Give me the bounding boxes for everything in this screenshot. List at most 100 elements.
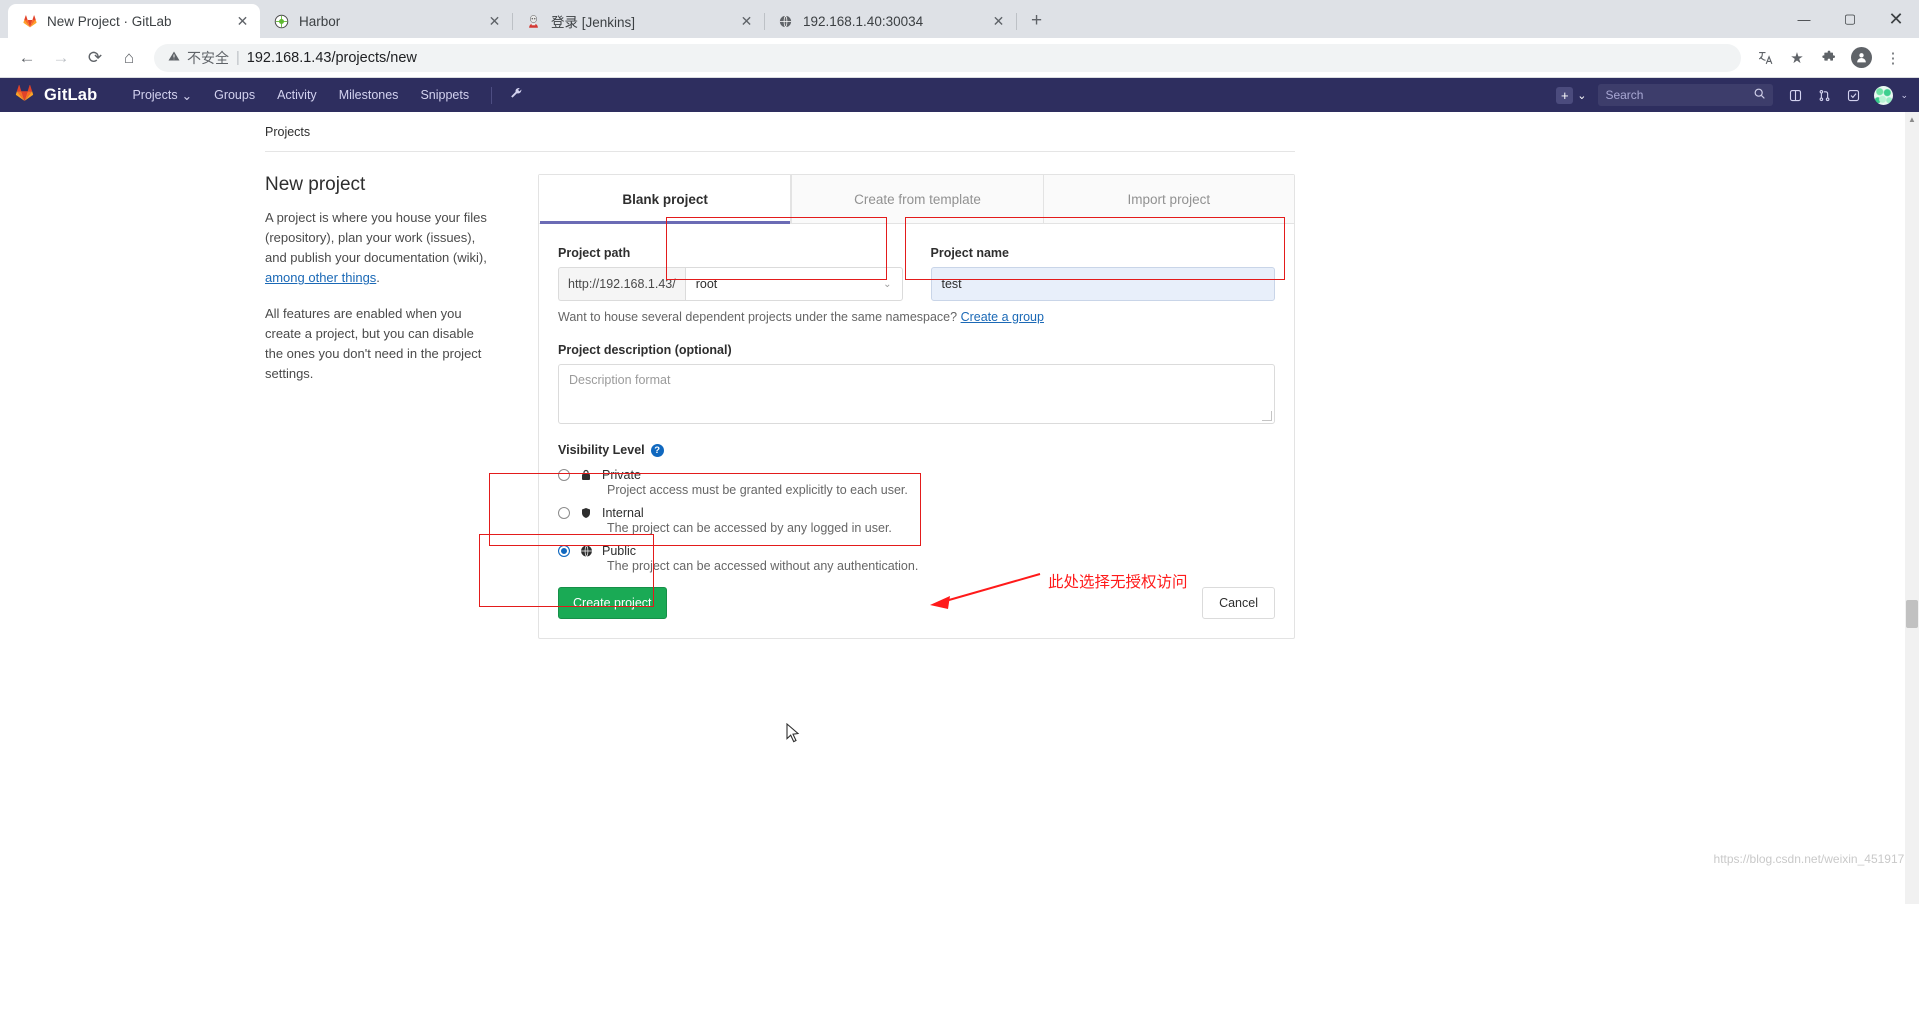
visibility-public-head: Public (558, 544, 1275, 558)
gitlab-fox-icon (21, 13, 38, 30)
user-avatar[interactable] (1874, 85, 1894, 105)
mouse-cursor (786, 723, 800, 743)
close-icon[interactable]: ✕ (990, 13, 1007, 30)
tab-create-from-template[interactable]: Create from template (791, 175, 1042, 223)
visibility-private-head: Private (558, 468, 1275, 482)
nav-item-groups[interactable]: Groups (203, 88, 266, 102)
translate-icon[interactable] (1750, 43, 1780, 73)
cancel-button[interactable]: Cancel (1202, 587, 1275, 619)
namespace-select[interactable]: root ⌄ (684, 267, 903, 301)
browser-tab-3[interactable]: 登录 [Jenkins] ✕ (512, 4, 765, 38)
page-scrollbar[interactable] (1905, 112, 1919, 904)
scrollbar-thumb[interactable] (1906, 600, 1918, 628)
reload-button[interactable]: ⟳ (79, 42, 111, 74)
content-wrapper: Projects New project A project is where … (265, 112, 1295, 639)
close-icon[interactable]: ✕ (234, 13, 251, 30)
wrench-icon[interactable] (503, 87, 529, 104)
visibility-option-public[interactable]: Public The project can be accessed witho… (558, 544, 1275, 573)
page-body: Projects New project A project is where … (0, 112, 1919, 872)
nav-item-milestones[interactable]: Milestones (328, 88, 410, 102)
jenkins-icon (525, 13, 542, 30)
create-a-group-link[interactable]: Create a group (961, 310, 1044, 324)
page-title: New project (265, 174, 366, 195)
path-prefix: http://192.168.1.43/ (558, 267, 685, 301)
tab-import-project[interactable]: Import project (1042, 175, 1294, 223)
browser-menu-icon[interactable]: ⋮ (1878, 43, 1908, 73)
window-close-button[interactable]: ✕ (1873, 0, 1919, 38)
address-bar[interactable]: 不安全 | 192.168.1.43/projects/new (154, 43, 1741, 72)
extensions-puzzle-icon[interactable] (1814, 43, 1844, 73)
close-icon[interactable]: ✕ (486, 13, 503, 30)
path-and-name-row: Project path http://192.168.1.43/ root ⌄… (558, 246, 1275, 301)
url-text: 192.168.1.43/projects/new (246, 49, 417, 66)
todos-icon[interactable] (1840, 82, 1866, 108)
minimize-button[interactable]: — (1781, 0, 1827, 38)
browser-tab-1[interactable]: New Project · GitLab ✕ (8, 4, 260, 38)
close-icon[interactable]: ✕ (738, 13, 755, 30)
nav-item-activity[interactable]: Activity (266, 88, 328, 102)
watermark-text: https://blog.csdn.net/weixin_4519179 (1713, 852, 1911, 866)
chevron-down-icon: ⌄ (181, 88, 193, 103)
new-tab-button[interactable]: + (1022, 6, 1051, 35)
scroll-up-arrow[interactable]: ▲ (1905, 112, 1919, 127)
visibility-option-internal[interactable]: Internal The project can be accessed by … (558, 506, 1275, 535)
project-type-tabs: Blank project Create from template Impor… (539, 175, 1294, 224)
helper-text: Want to house several dependent projects… (558, 310, 961, 324)
nav-item-snippets[interactable]: Snippets (409, 88, 480, 102)
tab-blank-project[interactable]: Blank project (539, 175, 792, 224)
gitlab-fox-icon (14, 82, 35, 108)
nav-item-projects[interactable]: Projects ⌄ (121, 88, 203, 103)
nav-divider (491, 86, 493, 104)
maximize-button[interactable]: ▢ (1827, 0, 1873, 38)
globe-icon (777, 13, 794, 30)
browser-tab-4[interactable]: 192.168.1.40:30034 ✕ (764, 4, 1017, 38)
breadcrumb[interactable]: Projects (265, 125, 1295, 152)
annotation-note: 此处选择无授权访问 (1048, 573, 1188, 591)
chevron-down-icon[interactable]: ⌄ (1900, 90, 1908, 101)
shield-icon (579, 506, 593, 520)
browser-tab-title: Harbor (299, 13, 341, 29)
intro-text-a: A project is where you house your files … (265, 210, 487, 266)
columns: New project A project is where you house… (265, 152, 1295, 639)
visibility-name: Public (602, 544, 637, 558)
warning-triangle-icon (168, 50, 180, 65)
tab-separator (1016, 13, 1017, 30)
back-button[interactable]: ← (11, 42, 43, 74)
project-description-label: Project description (optional) (558, 343, 732, 357)
radio-private[interactable] (558, 469, 570, 481)
home-button[interactable]: ⌂ (113, 42, 145, 74)
issues-icon[interactable] (1782, 82, 1808, 108)
features-paragraph: All features are enabled when you create… (265, 305, 482, 381)
new-dropdown-button[interactable]: + ⌄ (1553, 86, 1589, 104)
project-name-field: Project name test (930, 246, 1275, 301)
gitlab-navbar: GitLab Projects ⌄ Groups Activity Milest… (0, 78, 1919, 112)
bookmark-star-icon[interactable]: ★ (1782, 43, 1812, 73)
project-name-input[interactable]: test (930, 267, 1275, 301)
project-description-textarea[interactable]: Description format (558, 364, 1275, 424)
browser-tab-title: 登录 [Jenkins] (551, 15, 636, 30)
gitlab-logo[interactable]: GitLab (14, 82, 97, 108)
radio-internal[interactable] (558, 507, 570, 519)
browser-tab-title: 192.168.1.40:30034 (803, 13, 924, 29)
visibility-option-private[interactable]: Private Project access must be granted e… (558, 468, 1275, 497)
plus-icon: + (1556, 86, 1574, 104)
browser-tab-strip: New Project · GitLab ✕ Harbor ✕ 登录 [Jenk… (0, 0, 1919, 38)
gitlab-nav-items: Projects ⌄ Groups Activity Milestones Sn… (121, 86, 529, 104)
browser-tab-2[interactable]: Harbor ✕ (260, 4, 513, 38)
left-description-column: New project A project is where you house… (265, 174, 495, 639)
among-other-things-link[interactable]: among other things (265, 270, 376, 285)
namespace-helper-text: Want to house several dependent projects… (558, 310, 1275, 324)
gitlab-brand-text: GitLab (44, 85, 98, 104)
merge-request-icon[interactable] (1811, 82, 1837, 108)
profile-avatar-icon[interactable] (1846, 43, 1876, 73)
visibility-name: Internal (602, 506, 644, 520)
help-icon[interactable]: ? (650, 443, 664, 457)
globe-icon (579, 544, 593, 558)
chevron-down-icon: ⌄ (883, 278, 892, 290)
search-input[interactable]: Search (1598, 84, 1774, 106)
radio-public[interactable] (558, 545, 570, 557)
visibility-description: Project access must be granted explicitl… (607, 483, 908, 497)
lock-icon (579, 468, 593, 482)
create-project-button[interactable]: Create project (558, 587, 667, 619)
forward-button[interactable]: → (45, 42, 77, 74)
